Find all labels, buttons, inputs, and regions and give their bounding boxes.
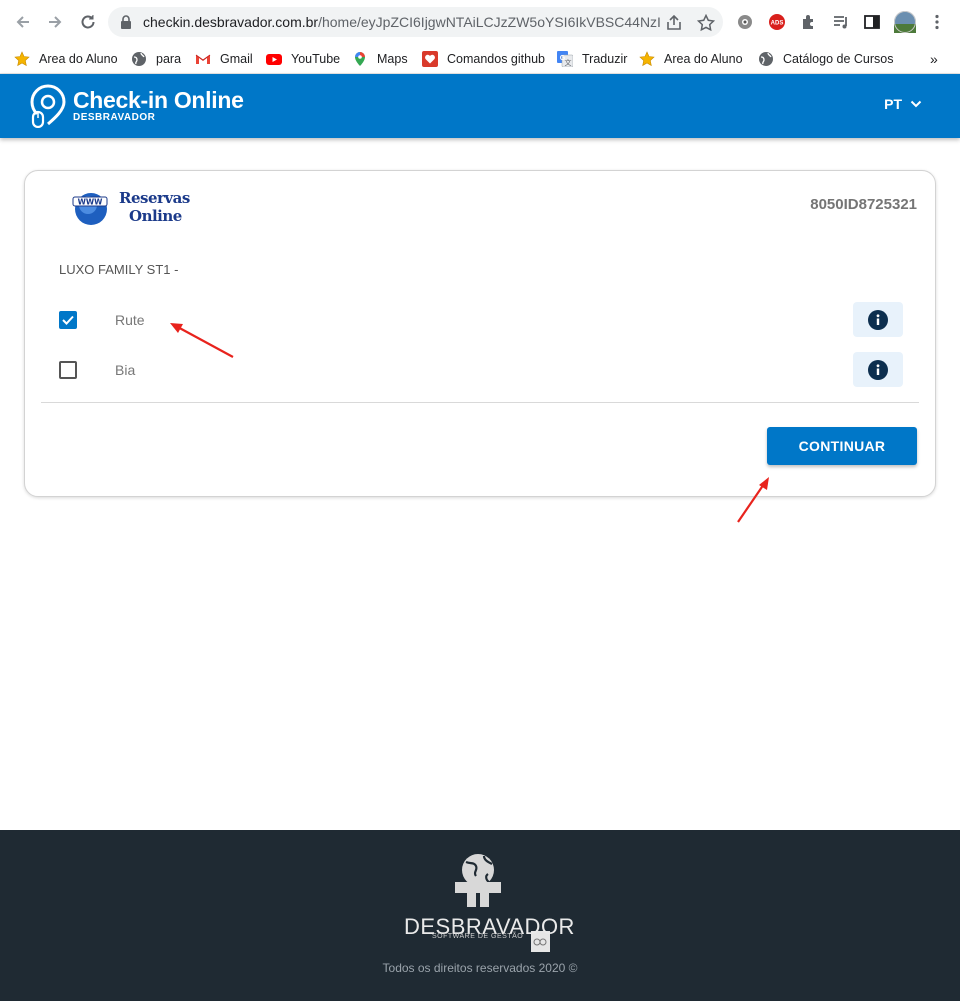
reservation-card: WWW Reservas Online 8050ID8725321 LUXO F… [24, 170, 936, 497]
bookmark-label: Area do Aluno [39, 52, 118, 66]
url-host: checkin.desbravador.com.br [143, 14, 319, 30]
bookmark-label: Maps [377, 52, 408, 66]
bookmark-star-icon[interactable] [697, 14, 715, 32]
youtube-icon [266, 51, 282, 67]
bookmark-maps[interactable]: Maps [352, 48, 408, 70]
language-selector[interactable]: PT [884, 96, 922, 112]
forward-icon[interactable] [43, 10, 67, 34]
browser-menu-icon[interactable] [927, 12, 947, 32]
app-header: Check-in Online DESBRAVADOR PT [0, 74, 960, 138]
info-icon [868, 359, 888, 380]
back-icon[interactable] [11, 10, 35, 34]
browser-chrome: checkin.desbravador.com.br/home/eyJpZCI6… [0, 0, 960, 74]
chevron-down-icon [910, 100, 922, 108]
star-icon [639, 51, 655, 67]
profile-avatar[interactable] [894, 11, 916, 33]
bookmark-comandos-github[interactable]: Comandos github [422, 48, 545, 70]
reload-icon[interactable] [76, 10, 100, 34]
globe-icon [131, 51, 147, 67]
guest-row: Rute [59, 302, 903, 338]
bookmark-traduzir[interactable]: G文 Traduzir [557, 48, 627, 70]
svg-text:ADS: ADS [771, 21, 784, 27]
bookmark-catalogo-de-cursos[interactable]: Catálogo de Cursos [758, 48, 893, 70]
reservas-online-logo: WWW Reservas Online [71, 187, 191, 227]
app-subtitle: DESBRAVADOR [73, 112, 156, 123]
copyright-text: Todos os direitos reservados 2020 © [382, 961, 578, 975]
bookmark-label: YouTube [291, 52, 341, 66]
bookmark-label: Gmail [220, 52, 253, 66]
bookmark-area-do-aluno-2[interactable]: Area do Aluno [639, 48, 743, 70]
bookmark-label: Comandos github [447, 52, 545, 66]
info-icon [868, 309, 888, 330]
guest-checkbox-bia[interactable] [59, 361, 77, 379]
lock-icon [121, 15, 131, 29]
desbravador-logo-icon [455, 854, 550, 952]
footer-brand-sub: SOFTWARE DE GESTÃO [432, 933, 524, 940]
bookmarks-bar: Area do Aluno para Gmail YouTube Maps Co… [0, 44, 960, 74]
reservation-id: 8050ID8725321 [810, 196, 917, 213]
bookmark-label: Area do Aluno [664, 52, 743, 66]
www-globe-icon: WWW [72, 193, 108, 225]
gmail-icon [195, 51, 211, 67]
card-divider [41, 402, 919, 403]
translate-icon: G文 [557, 51, 573, 67]
globe-icon [758, 51, 774, 67]
media-queue-icon[interactable] [831, 12, 851, 32]
star-icon [14, 51, 30, 67]
bookmark-area-do-aluno[interactable]: Area do Aluno [14, 48, 118, 70]
guest-name: Bia [115, 362, 136, 378]
checkmark-icon [62, 315, 74, 325]
share-icon[interactable] [665, 14, 683, 32]
bookmark-label: para [156, 52, 182, 66]
bookmark-para[interactable]: para [131, 48, 181, 70]
www-badge: WWW [78, 198, 104, 207]
browser-toolbar: checkin.desbravador.com.br/home/eyJpZCI6… [0, 0, 960, 44]
bookmark-youtube[interactable]: YouTube [266, 48, 340, 70]
side-panel-icon[interactable] [862, 12, 882, 32]
footer: DESBRAVADOR SOFTWARE DE GESTÃO Todos os … [0, 830, 960, 1001]
app-title: Check-in Online [73, 87, 244, 113]
guest-name: Rute [115, 312, 145, 328]
bookmark-gmail[interactable]: Gmail [195, 48, 253, 70]
reservas-label: Reservas [119, 189, 190, 207]
online-label: Online [129, 207, 182, 225]
guest-checkbox-rute[interactable] [59, 311, 77, 329]
bookmark-label: Catálogo de Cursos [783, 52, 894, 66]
continue-button[interactable]: CONTINUAR [767, 427, 917, 465]
guest-row: Bia [59, 352, 903, 388]
guest-info-button[interactable] [853, 302, 903, 337]
extensions-icon[interactable] [799, 12, 819, 32]
url-path: /home/eyJpZCI6IjgwNTAiLCJzZW5oYSI6IkVBSC… [318, 14, 661, 30]
maps-pin-icon [352, 51, 368, 67]
checkin-logo-icon [30, 84, 66, 128]
guest-info-button[interactable] [853, 352, 903, 387]
settings-gear-icon[interactable] [735, 12, 755, 32]
heart-box-icon [422, 51, 438, 67]
language-label: PT [884, 96, 902, 112]
address-bar[interactable]: checkin.desbravador.com.br/home/eyJpZCI6… [108, 7, 723, 37]
adblock-icon[interactable]: ADS [767, 12, 787, 32]
more-bookmarks-chevron[interactable]: » [930, 48, 938, 70]
bookmark-label: Traduzir [582, 52, 628, 66]
room-name: LUXO FAMILY ST1 - [59, 262, 179, 277]
url-text: checkin.desbravador.com.br/home/eyJpZCI6… [143, 14, 661, 30]
svg-text:文: 文 [565, 58, 572, 67]
